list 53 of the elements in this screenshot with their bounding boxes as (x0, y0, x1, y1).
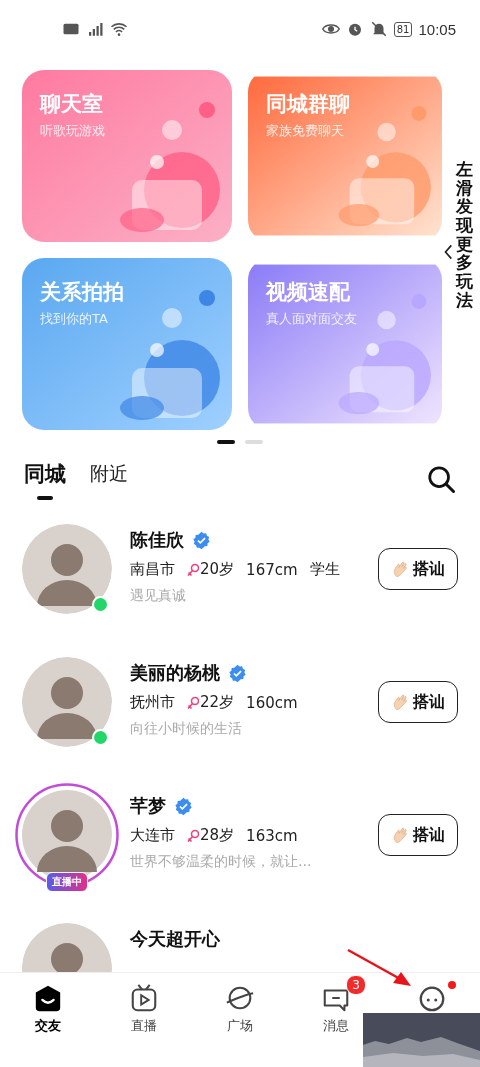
tab[interactable]: 同城 (24, 459, 66, 499)
female-icon (187, 562, 199, 577)
card-title: 关系拍拍 (40, 279, 124, 306)
user-occupation: 学生 (309, 560, 340, 579)
user-age: 28岁 (200, 826, 235, 845)
greet-button[interactable]: 搭讪 (378, 548, 458, 590)
card-subtitle: 家族免费聊天 (266, 122, 344, 140)
greet-button[interactable]: 搭讪 (378, 681, 458, 723)
user-height: 160cm (246, 693, 298, 712)
waving-hand-icon (391, 693, 410, 711)
waving-hand-icon (391, 826, 410, 844)
user-city: 抚州市 (130, 693, 175, 712)
card-subtitle: 真人面对面交友 (266, 310, 357, 328)
card-title: 视频速配 (266, 279, 350, 306)
live-badge: 直播中 (46, 872, 88, 892)
home-icon (33, 983, 63, 1013)
user-name: 芊梦 (130, 794, 166, 818)
card-title: 同城群聊 (266, 91, 350, 118)
swipe-hint: 左滑发现更多玩法 (456, 160, 473, 310)
female-icon (187, 828, 199, 843)
user-name: 今天超开心 (130, 927, 220, 951)
user-name: 美丽的杨桃 (130, 661, 220, 685)
user-bio: 世界不够温柔的时候，就让... (130, 853, 313, 871)
nav-item[interactable]: 直播 (129, 983, 159, 1035)
user-name: 陈佳欣 (130, 528, 184, 552)
user-age: 22岁 (200, 693, 235, 712)
avatar[interactable] (22, 524, 112, 614)
wifi-icon (110, 20, 128, 38)
avatar[interactable] (22, 657, 112, 747)
card-title: 聊天室 (40, 91, 103, 118)
waving-hand-icon (391, 560, 410, 578)
bell-muted-icon (369, 20, 388, 38)
greet-button[interactable]: 搭讪 (378, 814, 458, 856)
user-bio: 遇见真诚 (130, 587, 187, 605)
tv-icon (129, 983, 159, 1013)
user-bio: 向往小时候的生活 (130, 720, 243, 738)
user-city: 南昌市 (130, 560, 175, 579)
nav-item[interactable]: 广场 (225, 983, 255, 1035)
nav-item[interactable]: 交友 (33, 983, 63, 1035)
chevron-left-icon (443, 242, 453, 262)
status-time: 10:05 (418, 20, 456, 38)
unread-badge: 3 (346, 975, 366, 995)
female-icon (187, 695, 199, 710)
battery-level: 81 (393, 21, 413, 37)
user-city: 大连市 (130, 826, 175, 845)
card-subtitle: 找到你的TA (40, 310, 108, 328)
search-icon[interactable] (426, 464, 456, 494)
user-age: 20岁 (200, 560, 235, 579)
user-height: 167cm (246, 560, 298, 579)
signal-icon (86, 20, 104, 38)
user-height: 163cm (246, 826, 298, 845)
tab[interactable]: 附近 (90, 460, 128, 498)
card-subtitle: 听歌玩游戏 (40, 122, 105, 140)
